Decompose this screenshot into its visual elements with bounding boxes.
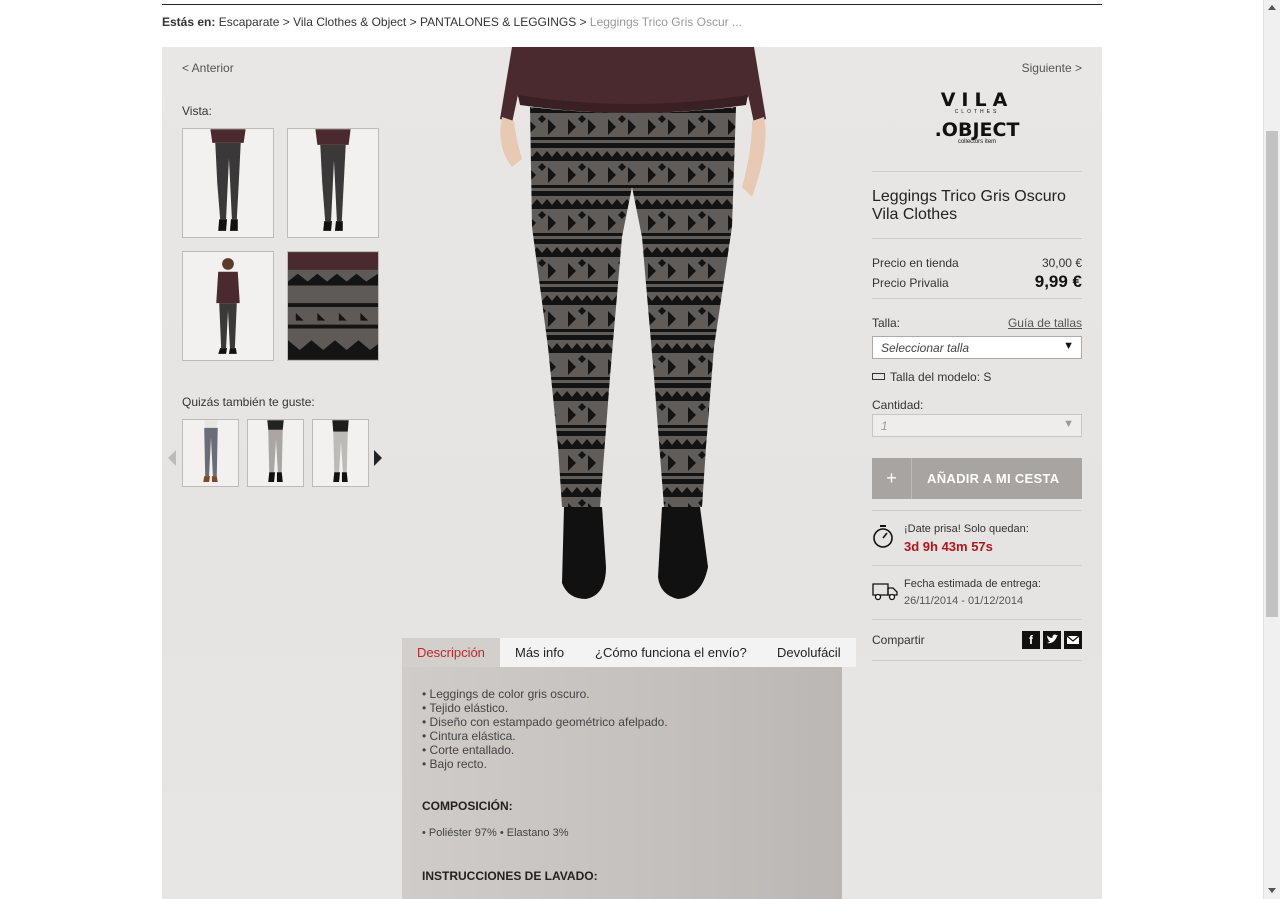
scroll-up-arrow-icon[interactable] (1268, 5, 1276, 10)
delivery-label: Fecha estimada de entrega: (904, 578, 1041, 590)
description-item: • Diseño con estampado geométrico afelpa… (422, 715, 668, 729)
pattern-detail-photo (288, 252, 378, 360)
composition-text: • Poliéster 97% • Elastano 3% (422, 827, 569, 839)
tab-mas-info[interactable]: Más info (515, 638, 564, 667)
breadcrumb-item-pantalones[interactable]: PANTALONES & LEGGINGS (420, 15, 576, 29)
tab-envio[interactable]: ¿Cómo funciona el envío? (595, 638, 747, 667)
add-to-cart-button[interactable]: + AÑADIR A MI CESTA (872, 458, 1082, 499)
related-item-2[interactable] (247, 419, 304, 487)
page: Estás en: Escaparate > Vila Clothes & Ob… (162, 0, 1102, 899)
model-fullbody-photo (183, 252, 273, 360)
description-item: • Leggings de color gris oscuro. (422, 687, 590, 701)
leggings-front-photo (183, 129, 273, 237)
share-label: Compartir (872, 633, 925, 647)
next-product-link[interactable]: Siguiente > (1022, 61, 1082, 75)
related-item-1[interactable] (182, 419, 239, 487)
divider (872, 171, 1082, 172)
model-size-info: Talla del modelo: S (872, 370, 991, 384)
brand-collectors-text: collectors item (957, 139, 997, 145)
grey-jogger-photo (248, 420, 303, 486)
page-scrollbar[interactable] (1263, 0, 1280, 899)
model-size-text: Talla del modelo: S (890, 370, 992, 384)
gallery-thumb-front[interactable] (182, 128, 274, 238)
description-item: • Tejido elástico. (422, 701, 509, 715)
privalia-price-label: Precio Privalia (872, 276, 949, 290)
description-section: Descripción Más info ¿Cómo funciona el e… (402, 638, 856, 899)
description-panel: • Leggings de color gris oscuro. • Tejid… (402, 667, 842, 899)
related-item-3[interactable] (312, 419, 369, 487)
related-prev-arrow-icon[interactable] (168, 450, 176, 466)
quantity-select[interactable]: 1 ▼ (872, 414, 1082, 437)
divider (872, 565, 1082, 566)
breadcrumb-current: Leggings Trico Gris Oscur ... (589, 15, 742, 29)
store-price-row: Precio en tienda 30,00 € (872, 256, 1082, 270)
breadcrumb-separator: > (576, 15, 590, 29)
tab-descripcion[interactable]: Descripción (402, 638, 500, 667)
gallery-thumb-model[interactable] (182, 251, 274, 361)
quantity-label: Cantidad: (872, 398, 924, 412)
quantity-select-value: 1 (881, 419, 888, 433)
top-divider (162, 4, 1102, 5)
gallery-label: Vista: (182, 104, 212, 118)
stopwatch-icon (873, 525, 893, 548)
divider (872, 619, 1082, 620)
delivery-truck-icon (872, 583, 898, 601)
product-title: Leggings Trico Gris Oscuro Vila Clothes (872, 188, 1066, 223)
privalia-price-row: Precio Privalia 9,99 € (872, 272, 1082, 291)
facebook-icon[interactable]: f (1022, 631, 1040, 649)
gallery-thumb-back[interactable] (287, 128, 379, 238)
description-item: • Bajo recto. (422, 757, 487, 771)
scrollbar-thumb[interactable] (1266, 131, 1278, 617)
breadcrumb-separator: > (406, 15, 420, 29)
size-guide-link[interactable]: Guía de tallas (1008, 316, 1082, 330)
divider (872, 298, 1082, 299)
breadcrumb-separator: > (279, 15, 294, 29)
description-item: • Corte entallado. (422, 743, 515, 757)
privalia-price-value: 9,99 € (1034, 272, 1082, 291)
brand-object-text: .OBJECT (934, 119, 1020, 141)
divider (872, 238, 1082, 239)
breadcrumb: Estás en: Escaparate > Vila Clothes & Ob… (162, 15, 742, 29)
breadcrumb-prefix: Estás en: (162, 15, 216, 29)
email-icon[interactable] (1064, 631, 1082, 649)
add-to-cart-label: AÑADIR A MI CESTA (927, 471, 1060, 486)
delivery-dates: 26/11/2014 - 01/12/2014 (904, 595, 1024, 607)
size-label: Talla: (872, 316, 901, 330)
breadcrumb-item-vila[interactable]: Vila Clothes & Object (293, 15, 406, 29)
plus-icon: + (872, 458, 912, 499)
washing-heading: INSTRUCCIONES DE LAVADO: (422, 869, 598, 883)
tab-bar: Descripción Más info ¿Cómo funciona el e… (402, 638, 856, 667)
divider (872, 510, 1082, 511)
scroll-down-arrow-icon[interactable] (1268, 888, 1276, 893)
brand-logo: VILA CLOTHES .OBJECT collectors item (872, 89, 1082, 145)
light-grey-pants-photo (313, 420, 368, 486)
product-stage: < Anterior Siguiente > Vista: Quizás tam… (162, 47, 1102, 899)
size-select-value: Seleccionar talla (881, 341, 970, 355)
previous-product-link[interactable]: < Anterior (182, 61, 234, 75)
brand-vila-text: VILA (940, 89, 1014, 111)
gallery-thumb-detail[interactable] (287, 251, 379, 361)
store-price-label: Precio en tienda (872, 256, 959, 270)
description-list: • Leggings de color gris oscuro. • Tejid… (422, 687, 668, 771)
description-item: • Cintura elástica. (422, 729, 516, 743)
composition-heading: COMPOSICIÓN: (422, 799, 513, 813)
store-price-value: 30,00 € (1041, 256, 1082, 270)
leggings-back-photo (288, 129, 378, 237)
related-next-arrow-icon[interactable] (374, 450, 382, 466)
ruler-icon (872, 373, 885, 381)
chevron-down-icon: ▼ (1063, 340, 1074, 352)
divider (872, 660, 1082, 661)
size-select[interactable]: Seleccionar talla ▼ (872, 336, 1082, 359)
twitter-icon[interactable] (1043, 631, 1061, 649)
countdown-timer: 3d 9h 43m 57s (904, 539, 993, 554)
breadcrumb-item-escaparate[interactable]: Escaparate (219, 15, 280, 29)
brand-clothes-text: CLOTHES (954, 109, 1000, 115)
tab-devolufacil[interactable]: Devolufácil (777, 638, 841, 667)
main-product-image[interactable] (482, 47, 782, 607)
related-label: Quizás también te guste: (182, 395, 315, 409)
grey-jeans-photo (183, 420, 238, 486)
chevron-down-icon: ▼ (1063, 418, 1074, 430)
hurry-text: ¡Date prisa! Solo quedan: (904, 523, 1029, 535)
